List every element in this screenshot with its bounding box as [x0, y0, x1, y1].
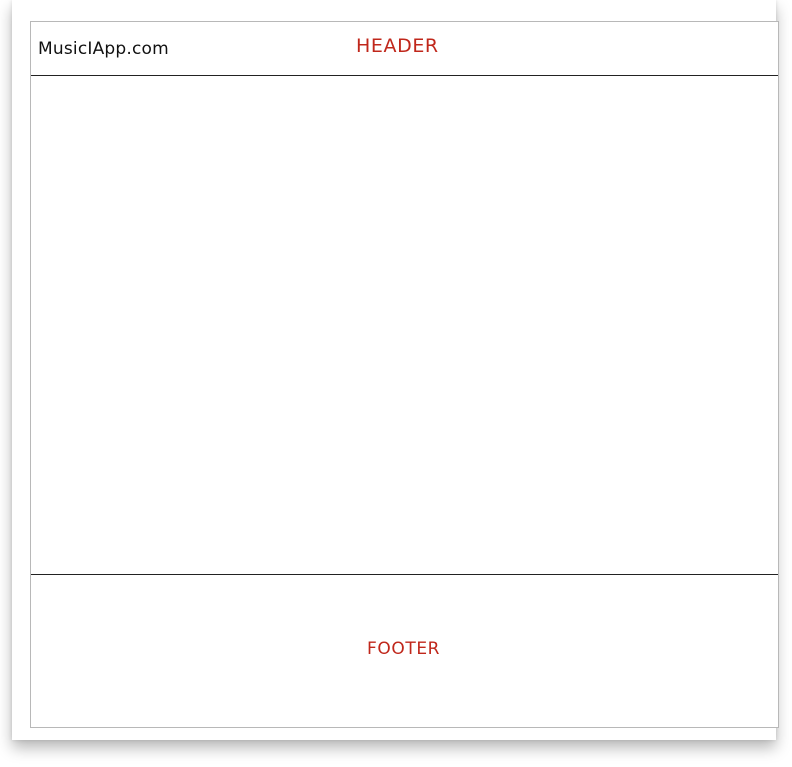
header-section: MusicIApp.com HEADER	[31, 22, 778, 76]
wireframe-page: MusicIApp.com HEADER FOOTER	[30, 21, 779, 728]
site-name: MusicIApp.com	[38, 39, 169, 59]
footer-section: FOOTER	[31, 574, 778, 727]
header-label: HEADER	[356, 35, 439, 57]
footer-label: FOOTER	[367, 639, 441, 659]
content-area	[31, 76, 778, 574]
